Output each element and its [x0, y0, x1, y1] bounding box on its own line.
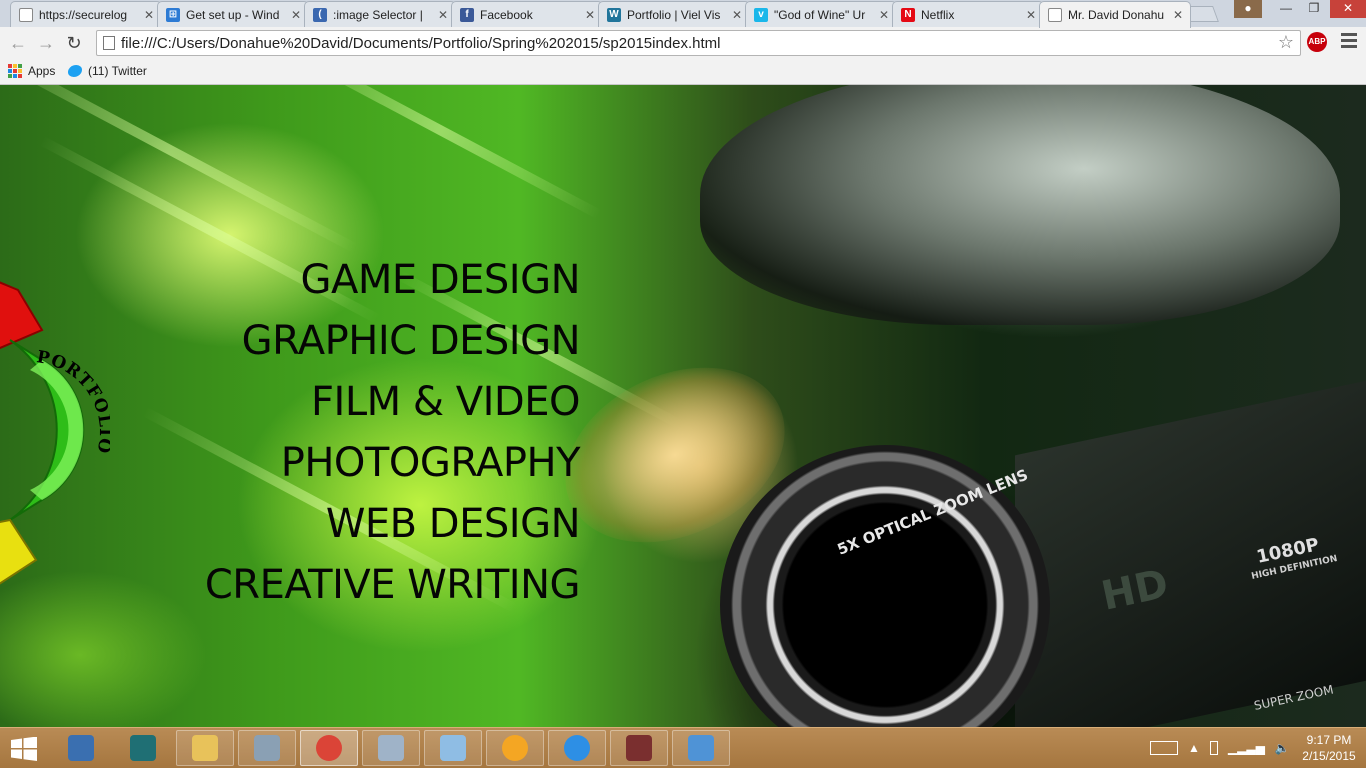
address-bar[interactable]: file:///C:/Users/Donahue%20David/Documen… — [96, 30, 1301, 56]
notepad-icon — [440, 735, 466, 761]
tab-close-icon[interactable]: ✕ — [437, 8, 449, 22]
bookmark-apps-label: Apps — [28, 64, 56, 78]
computer-icon — [378, 735, 404, 761]
tab-title: Get set up - Wind — [186, 7, 280, 22]
taskbar-item[interactable] — [548, 730, 606, 766]
tab-close-icon[interactable]: ✕ — [731, 8, 743, 22]
itunes-icon — [564, 735, 590, 761]
wheel-yellow-segment[interactable] — [0, 518, 38, 590]
minimize-button[interactable]: — — [1272, 0, 1300, 18]
tab-title: Mr. David Donahu — [1068, 8, 1165, 22]
bookmark-star-icon[interactable]: ☆ — [1278, 32, 1294, 53]
taskbar-item[interactable] — [672, 730, 730, 766]
vimeo-icon: v — [754, 7, 768, 22]
reload-button[interactable]: ↻ — [62, 32, 86, 54]
tab-close-icon[interactable]: ✕ — [584, 8, 596, 22]
clock-date: 2/15/2015 — [1302, 749, 1356, 763]
file-explorer-icon — [192, 735, 218, 761]
tab-title: https://securelog — [39, 7, 128, 22]
tab-title: Portfolio | Viel Vis — [627, 7, 721, 22]
taskbar-item[interactable] — [362, 730, 420, 766]
browser-tab[interactable]: W Portfolio | Viel Vis ✕ — [598, 1, 750, 27]
media-player-icon — [502, 735, 528, 761]
facebook-icon: f — [460, 7, 474, 22]
browser-tab[interactable]: ( :image Selector | ✕ — [304, 1, 456, 27]
signal-strength-icon[interactable]: ▁▂▃▅ — [1228, 741, 1265, 755]
taskbar-item[interactable] — [176, 730, 234, 766]
crescent-logo-icon: ( — [313, 7, 327, 22]
page-viewport: 5X OPTICAL ZOOM LENS HD 1080P HIGH DEFIN… — [0, 85, 1366, 727]
bookmark-apps[interactable]: Apps — [8, 64, 55, 78]
python-icon — [68, 735, 94, 761]
keyboard-icon[interactable] — [1150, 741, 1178, 755]
wordpress-icon: W — [607, 7, 621, 22]
generic-page-icon — [1048, 8, 1062, 22]
maximize-button[interactable]: ❐ — [1300, 0, 1328, 18]
browser-tab[interactable]: v "God of Wine" Ur ✕ — [745, 1, 897, 27]
browser-tab[interactable]: ⊞ Get set up - Wind ✕ — [157, 1, 309, 27]
user-profile-icon[interactable]: ● — [1234, 0, 1262, 18]
windows-logo-icon: ⊞ — [166, 7, 180, 22]
system-tray: ▲ ▁▂▃▅ 🔈 — [1150, 736, 1290, 760]
taskbar-item[interactable] — [486, 730, 544, 766]
apps-grid-icon — [8, 64, 22, 78]
camera-superzoom-text: SUPER ZOOM — [1253, 682, 1335, 713]
close-window-button[interactable]: ✕ — [1330, 0, 1366, 18]
tab-strip: https://securelog ✕ ⊞ Get set up - Wind ✕ ( :i… — [0, 0, 1366, 28]
browser-tab[interactable]: https://securelog ✕ — [10, 1, 162, 27]
bookmark-twitter[interactable]: (11) Twitter — [68, 64, 147, 78]
page-icon — [103, 36, 115, 50]
browser-tab[interactable]: Mr. David Donahu ✕ — [1039, 1, 1191, 28]
browser-chrome: https://securelog ✕ ⊞ Get set up - Wind ✕ ( :i… — [0, 0, 1366, 85]
tab-title: "God of Wine" Ur — [774, 7, 866, 22]
volume-icon[interactable]: 🔈 — [1275, 741, 1290, 755]
windows-start-icon[interactable] — [10, 737, 38, 761]
tab-close-icon[interactable]: ✕ — [143, 8, 155, 22]
netflix-icon: N — [901, 7, 915, 22]
bookmarks-bar: Apps (11) Twitter — [0, 60, 1366, 85]
tab-close-icon[interactable]: ✕ — [1172, 8, 1184, 22]
adblock-plus-icon[interactable]: ABP — [1307, 32, 1327, 52]
back-button[interactable]: ← — [6, 32, 30, 54]
photo-viewer-icon — [688, 735, 714, 761]
windows-taskbar: ▲ ▁▂▃▅ 🔈 9:17 PM 2/15/2015 — [0, 727, 1366, 768]
3ds-max-icon — [130, 735, 156, 761]
taskbar-item[interactable] — [114, 730, 172, 766]
tab-close-icon[interactable]: ✕ — [290, 8, 302, 22]
network-icon — [254, 735, 280, 761]
tab-title: Netflix — [921, 7, 955, 22]
browser-tab[interactable]: N Netflix ✕ — [892, 1, 1044, 27]
tab-close-icon[interactable]: ✕ — [1025, 8, 1037, 22]
bookmark-twitter-label: (11) Twitter — [88, 64, 147, 78]
taskbar-item[interactable] — [610, 730, 668, 766]
url-text: file:///C:/Users/Donahue%20David/Documen… — [121, 35, 721, 52]
generic-page-icon — [19, 7, 33, 22]
clock-time: 9:17 PM — [1306, 733, 1352, 747]
taskbar-item[interactable] — [424, 730, 482, 766]
system-clock[interactable]: 9:17 PM 2/15/2015 — [1296, 732, 1362, 764]
tab-title: :image Selector | — [333, 7, 423, 22]
wheel-red-segment[interactable] — [0, 270, 44, 350]
taskbar-item[interactable] — [238, 730, 296, 766]
taskbar-item[interactable] — [52, 730, 110, 766]
browser-tab[interactable]: f Facebook ✕ — [451, 1, 603, 27]
chrome-menu-icon[interactable] — [1341, 33, 1357, 51]
show-hidden-icons-icon[interactable]: ▲ — [1188, 741, 1200, 755]
tab-title: Facebook — [480, 7, 533, 22]
twitter-icon — [68, 65, 82, 77]
portfolio-wheel[interactable]: PORTFOLIO — [0, 270, 110, 590]
tab-close-icon[interactable]: ✕ — [878, 8, 890, 22]
taskbar-item[interactable] — [300, 730, 358, 766]
video-editor-icon — [626, 735, 652, 761]
battery-icon[interactable] — [1209, 741, 1218, 755]
chrome-icon — [316, 735, 342, 761]
browser-toolbar: ← → ↻ file:///C:/Users/Donahue%20David/D… — [0, 27, 1366, 60]
camera-hd-text: HD — [1098, 561, 1173, 620]
lens-text: 5X OPTICAL ZOOM LENS — [835, 466, 1031, 559]
forward-button[interactable]: → — [34, 32, 58, 54]
